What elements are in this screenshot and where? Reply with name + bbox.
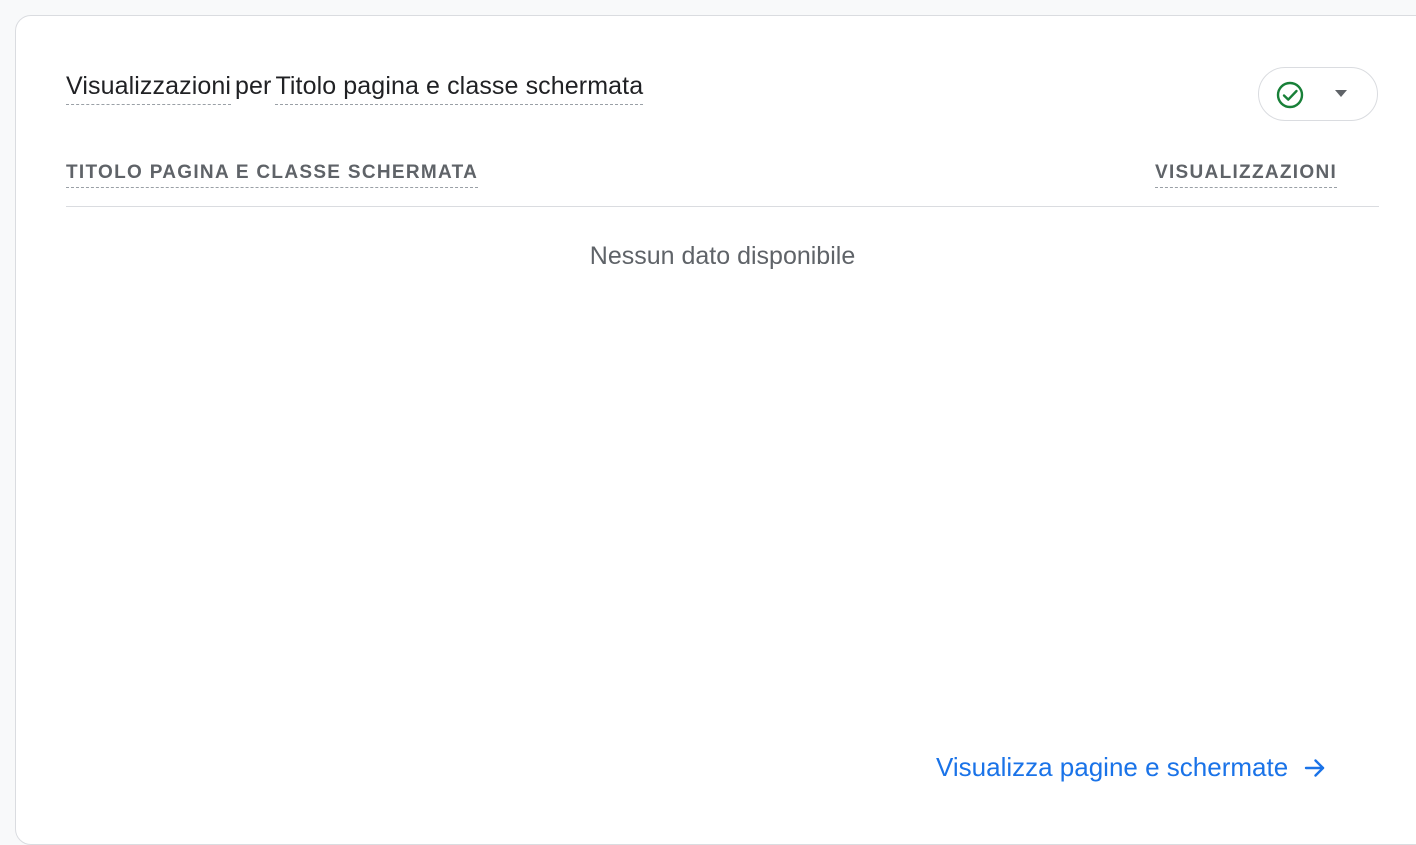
dimension-selector[interactable]: Titolo pagina e classe schermata [275,72,644,105]
card-title: Visualizzazioni per Titolo pagina e classe… [66,72,644,105]
data-status-dropdown[interactable] [1258,67,1378,121]
empty-state-message: Nessun dato disponibile [589,242,856,270]
metric-selector[interactable]: Visualizzazioni [66,72,232,105]
caret-down-icon [1335,90,1347,97]
report-card: Visualizzazioni per Titolo pagina e classe… [15,15,1416,845]
column-header-views[interactable]: VISUALIZZAZIONI [1155,162,1338,188]
arrow-right-icon [1304,758,1325,777]
view-pages-link-label: Visualizza pagine e schermate [936,752,1289,782]
column-header-page-title[interactable]: TITOLO PAGINA E CLASSE SCHERMATA [66,162,479,188]
header-divider [66,206,1379,207]
title-connector: per [235,72,272,100]
check-circle-icon [1276,81,1304,109]
view-pages-and-screens-link[interactable]: Visualizza pagine e schermate [936,752,1326,783]
